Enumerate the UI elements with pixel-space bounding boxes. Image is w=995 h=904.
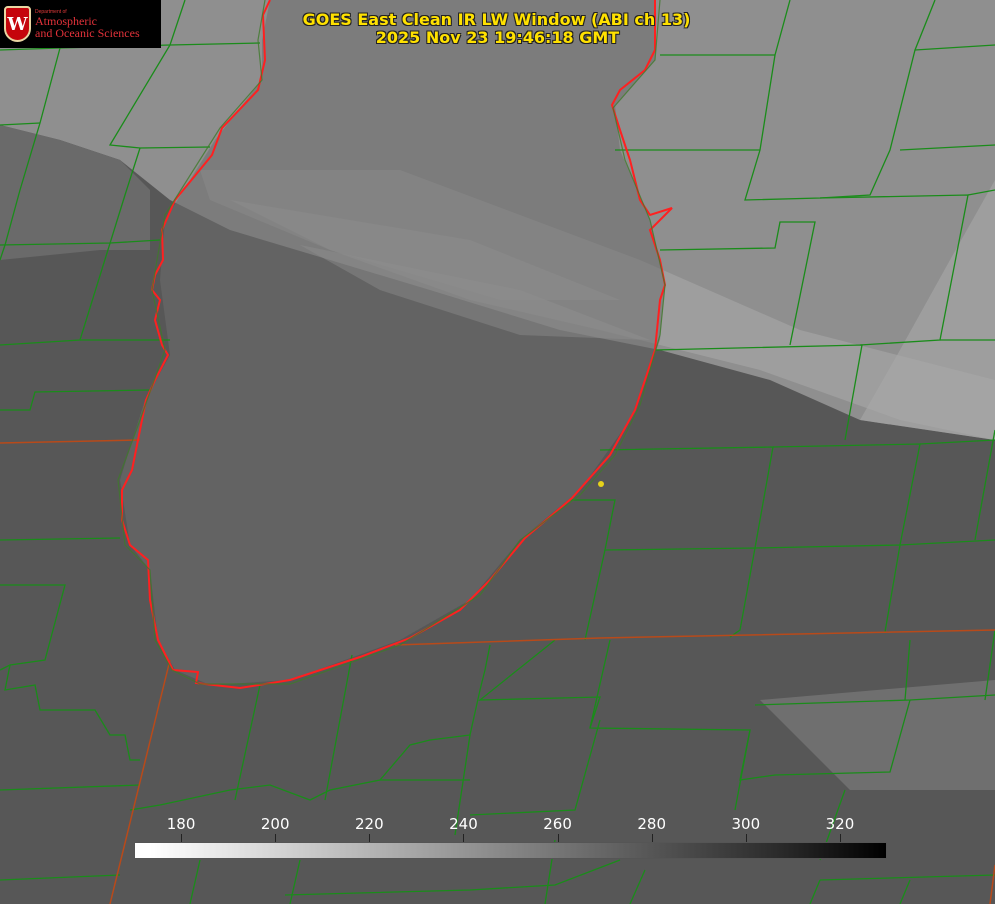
aos-logo: W Department of Atmospheric and Oceanic …: [0, 0, 161, 48]
location-marker: [598, 481, 604, 487]
logo-line2: and Oceanic Sciences: [35, 25, 140, 40]
colorbar-tick-label: 180: [166, 815, 196, 833]
colorbar-tick: [557, 834, 559, 842]
ir-satellite-map: [0, 0, 995, 904]
colorbar-tick-label: 220: [354, 815, 384, 833]
colorbar-tick-label: 200: [260, 815, 290, 833]
shield-letter: W: [7, 13, 28, 35]
colorbar-tick: [651, 834, 653, 842]
logo-line1: Atmospheric: [35, 13, 97, 28]
colorbar-tick: [181, 834, 183, 842]
colorbar-tick-label: 260: [543, 815, 572, 833]
uw-shield-icon: W: [4, 6, 31, 42]
colorbar-tick-label: 240: [449, 815, 478, 833]
colorbar-tick: [275, 834, 277, 842]
colorbar-tick-label: 300: [731, 815, 761, 833]
colorbar-tick: [745, 834, 747, 842]
colorbar-tick: [369, 834, 371, 842]
colorbar-tick-label: 320: [825, 815, 855, 833]
logo-text: Department of Atmospheric and Oceanic Sc…: [35, 9, 140, 40]
colorbar-tick: [463, 834, 465, 842]
colorbar-tick: [839, 834, 841, 842]
satellite-image-viewer: W Department of Atmospheric and Oceanic …: [0, 0, 995, 904]
colorbar-tick-label: 280: [637, 815, 666, 833]
temperature-colorbar: [134, 842, 887, 859]
